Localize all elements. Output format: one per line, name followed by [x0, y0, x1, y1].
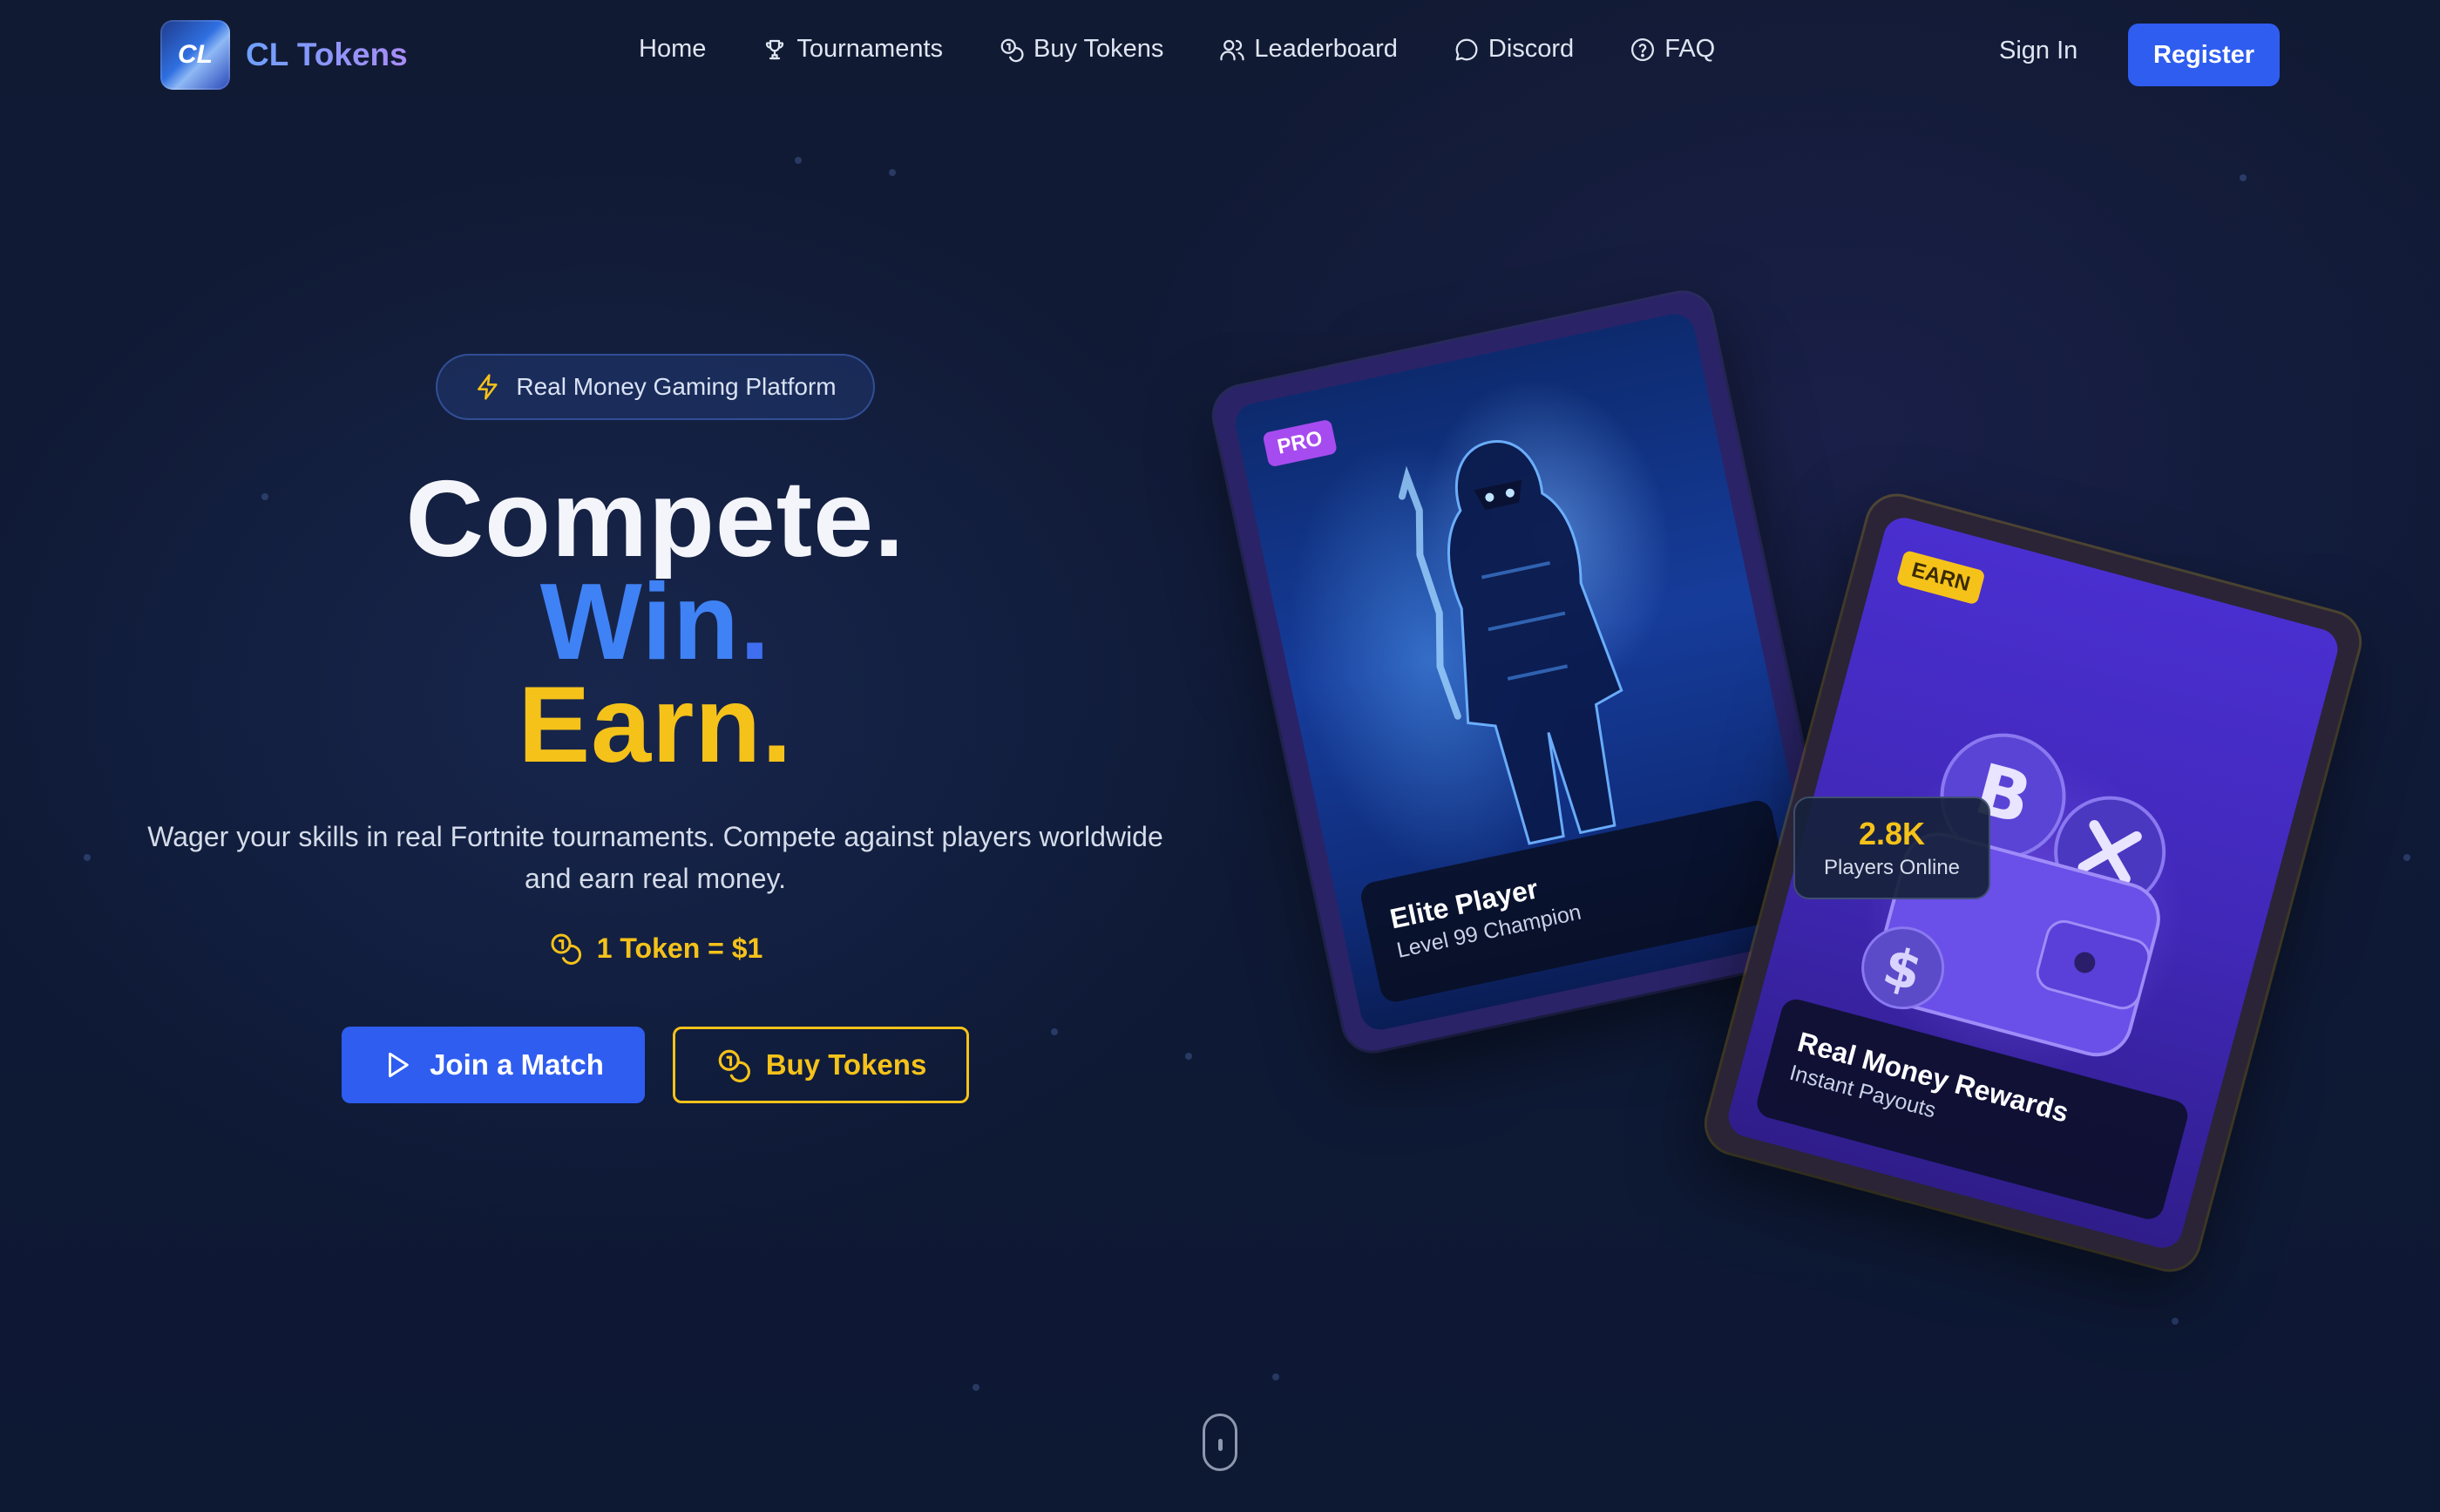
- register-button[interactable]: Register: [2128, 24, 2280, 86]
- headline-period: .: [874, 459, 905, 580]
- play-icon: [389, 1052, 409, 1078]
- users-icon: [1220, 39, 1245, 60]
- platform-badge-label: Real Money Gaming Platform: [516, 373, 837, 400]
- nav-link-label: Discord: [1488, 35, 1575, 63]
- buy-tokens-label: Buy Tokens: [765, 1048, 927, 1081]
- nav-link-home[interactable]: Home: [639, 35, 706, 64]
- platform-badge: Real Money Gaming Platform: [436, 354, 875, 420]
- nav-link-buy-tokens[interactable]: Buy Tokens: [999, 35, 1163, 64]
- headline-line-compete: Compete.: [0, 465, 1311, 573]
- players-online-value: 2.8K: [1858, 816, 1926, 851]
- top-navigation: CL CL Tokens Home Tournaments Buy Tokens: [0, 0, 2440, 110]
- headline-line-earn: Earn.: [0, 671, 1311, 779]
- join-match-label: Join a Match: [430, 1048, 604, 1081]
- coins-icon: [718, 1049, 750, 1082]
- token-rate: 1 Token = $1: [0, 931, 1311, 966]
- scroll-wheel: [1218, 1439, 1223, 1451]
- players-online-label: Players Online: [1823, 856, 1961, 879]
- lightning-icon: [478, 374, 498, 400]
- chat-bubble-icon: [1455, 38, 1478, 60]
- background-star: [2240, 174, 2247, 181]
- background-star: [1185, 1053, 1192, 1060]
- background-star: [1272, 1373, 1279, 1380]
- nav-link-label: Buy Tokens: [1034, 35, 1164, 63]
- sign-in-link[interactable]: Sign In: [1999, 37, 2077, 65]
- token-rate-label: 1 Token = $1: [596, 932, 763, 964]
- ninja-warrior-illustration: [1398, 439, 1623, 845]
- headline-word: Earn: [518, 665, 762, 785]
- headline-period: .: [762, 665, 793, 785]
- join-match-button[interactable]: Join a Match: [342, 1027, 645, 1103]
- help-circle-icon: [1631, 37, 1655, 61]
- scroll-mouse-icon[interactable]: [1203, 1414, 1237, 1471]
- trophy-icon: [766, 39, 784, 59]
- nav-link-faq[interactable]: FAQ: [1630, 35, 1715, 64]
- pro-badge: PRO: [1262, 418, 1339, 468]
- earn-badge: EARN: [1895, 549, 1986, 606]
- nav-link-label: Tournaments: [796, 35, 944, 63]
- nav-link-label: Home: [639, 35, 707, 63]
- nav-link-tournaments[interactable]: Tournaments: [762, 35, 943, 64]
- nav-links: Home Tournaments Buy Tokens Leaderboard: [639, 35, 1771, 64]
- players-online-stat: 2.8K Players Online: [1793, 797, 1990, 899]
- page: CL CL Tokens Home Tournaments Buy Tokens: [0, 0, 2440, 1512]
- nav-link-leaderboard[interactable]: Leaderboard: [1219, 35, 1398, 64]
- brand[interactable]: CL CL Tokens: [160, 20, 408, 90]
- background-star: [889, 169, 896, 176]
- buy-tokens-button[interactable]: Buy Tokens: [673, 1027, 969, 1103]
- brand-logo[interactable]: CL: [160, 20, 230, 90]
- brand-name[interactable]: CL Tokens: [246, 37, 408, 73]
- nav-link-discord[interactable]: Discord: [1454, 35, 1574, 64]
- card-artwork: PRO Elite Player Level 99 Champion: [1231, 310, 1824, 1034]
- nav-link-label: Leaderboard: [1254, 35, 1398, 63]
- background-star: [2172, 1318, 2179, 1325]
- nav-link-label: FAQ: [1664, 35, 1716, 63]
- hero-description: Wager your skills in real Fortnite tourn…: [147, 821, 1163, 894]
- coins-icon: [1000, 38, 1024, 62]
- background-star: [795, 157, 802, 164]
- background-star: [84, 854, 91, 861]
- background-star: [973, 1384, 979, 1391]
- background-star: [1051, 1028, 1058, 1035]
- coins-icon: [551, 933, 581, 965]
- headline-line-win: Win.: [0, 568, 1311, 676]
- background-star: [2403, 854, 2410, 861]
